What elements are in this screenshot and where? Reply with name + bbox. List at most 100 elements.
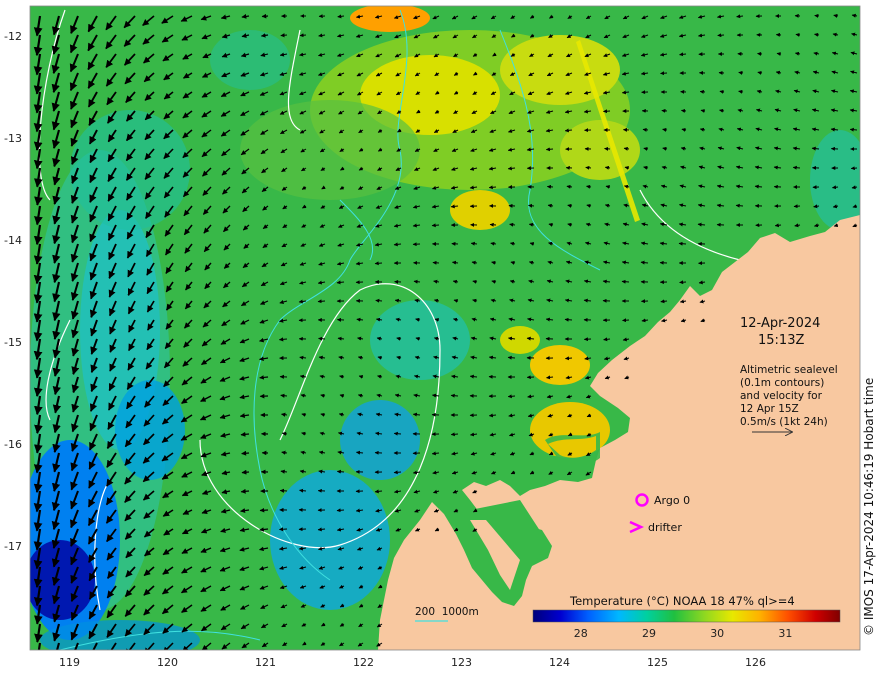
velocity-arrow <box>565 356 573 361</box>
velocity-arrow <box>736 14 744 19</box>
velocity-arrow <box>336 469 345 474</box>
velocity-arrow <box>621 279 630 284</box>
velocity-arrow <box>566 184 573 189</box>
velocity-arrow <box>413 279 421 284</box>
velocity-arrow <box>317 299 326 304</box>
velocity-arrow <box>546 184 554 189</box>
velocity-arrow <box>240 431 250 437</box>
note-line: Altimetric sealevel <box>740 364 838 376</box>
latitude-axis: -12 -13 -14 -15 -16 -17 <box>4 30 22 553</box>
velocity-arrow <box>679 280 687 285</box>
velocity-arrow <box>660 71 668 76</box>
velocity-arrow <box>393 470 402 475</box>
colorbar-tick-label: 30 <box>710 627 724 640</box>
velocity-arrow <box>509 222 516 227</box>
credit-label: © IMOS 17-Apr-2024 10:46:19 Hobart time <box>862 377 876 636</box>
colorbar-tick-label: 31 <box>778 627 792 640</box>
velocity-arrow <box>832 185 839 190</box>
lat-label: -13 <box>4 132 22 145</box>
velocity-arrow <box>678 241 687 246</box>
velocity-arrow <box>681 108 687 113</box>
time-label: 15:13Z <box>758 333 804 348</box>
note-line: 0.5m/s (1kt 24h) <box>740 416 828 428</box>
sst-map: -12 -13 -14 -15 -16 -17 119 120 121 122 … <box>4 5 861 669</box>
velocity-arrow <box>261 13 269 19</box>
colorbar-tick-label: 28 <box>574 627 588 640</box>
argo-label: Argo 0 <box>654 494 690 507</box>
note-line: and velocity for <box>740 390 823 402</box>
velocity-arrow <box>507 394 516 399</box>
velocity-arrow <box>757 51 763 56</box>
velocity-arrow <box>299 33 307 38</box>
velocity-arrow <box>623 146 630 151</box>
velocity-arrow <box>280 393 288 398</box>
velocity-arrow <box>757 70 763 75</box>
velocity-arrow <box>432 260 440 265</box>
velocity-arrow <box>489 222 497 227</box>
velocity-arrow <box>717 33 725 38</box>
velocity-arrow <box>735 203 744 208</box>
velocity-arrow <box>278 337 288 342</box>
velocity-arrow <box>643 146 649 151</box>
note-line: 12 Apr 15Z <box>740 403 799 415</box>
velocity-arrow <box>738 70 744 75</box>
velocity-arrow <box>450 393 459 398</box>
lat-label: -15 <box>4 336 22 349</box>
velocity-arrow <box>299 355 307 360</box>
velocity-arrow <box>604 165 611 170</box>
velocity-arrow <box>336 508 345 513</box>
velocity-arrow <box>241 450 250 456</box>
velocity-arrow <box>318 336 326 341</box>
velocity-arrow <box>259 375 269 380</box>
lon-label: 122 <box>353 656 374 669</box>
velocity-arrow <box>528 203 535 208</box>
colorbar-title: Temperature (°C) NOAA 18 47% ql>=4 <box>569 594 795 608</box>
velocity-arrow <box>450 432 459 437</box>
lon-label: 124 <box>549 656 570 669</box>
velocity-arrow <box>814 13 820 18</box>
velocity-arrow <box>849 127 858 132</box>
colorbar <box>532 609 841 623</box>
velocity-arrow <box>642 127 649 132</box>
velocity-arrow <box>774 223 782 228</box>
velocity-arrow <box>299 488 307 493</box>
lon-label: 126 <box>745 656 766 669</box>
velocity-arrow <box>280 33 288 38</box>
velocity-arrow <box>662 127 668 132</box>
date-label: 12-Apr-2024 <box>740 316 820 331</box>
velocity-arrow <box>240 488 250 494</box>
velocity-arrow <box>850 166 858 171</box>
longitude-axis: 119 120 121 122 123 124 125 126 <box>59 656 766 669</box>
colorbar-tick-label: 29 <box>642 627 656 640</box>
plot-area <box>30 6 860 650</box>
velocity-arrow <box>719 89 725 94</box>
velocity-arrow <box>700 108 706 113</box>
velocity-arrow <box>259 507 269 513</box>
lat-label: -14 <box>4 234 22 247</box>
velocity-arrow <box>470 241 478 246</box>
velocity-arrow <box>679 52 687 57</box>
velocity-arrow <box>374 261 383 266</box>
velocity-arrow <box>585 165 592 170</box>
velocity-arrow <box>356 450 364 455</box>
lat-label: -16 <box>4 438 22 451</box>
lon-label: 123 <box>451 656 472 669</box>
velocity-arrow <box>507 355 516 360</box>
velocity-arrow <box>564 317 573 322</box>
velocity-arrow <box>278 527 288 532</box>
velocity-arrow <box>622 318 630 323</box>
velocity-arrow <box>776 51 782 56</box>
velocity-arrow <box>604 146 611 151</box>
velocity-arrow <box>699 89 706 94</box>
note-line: (0.1m contours) <box>740 377 824 389</box>
velocity-arrow <box>793 204 801 209</box>
velocity-arrow <box>833 13 839 18</box>
velocity-arrow <box>356 317 364 322</box>
velocity-arrow <box>393 431 402 436</box>
velocity-arrow <box>545 147 554 152</box>
velocity-arrow <box>488 185 497 190</box>
lon-label: 119 <box>59 656 80 669</box>
lon-label: 125 <box>647 656 668 669</box>
velocity-arrow <box>375 298 383 303</box>
drifter-label: drifter <box>648 521 682 534</box>
